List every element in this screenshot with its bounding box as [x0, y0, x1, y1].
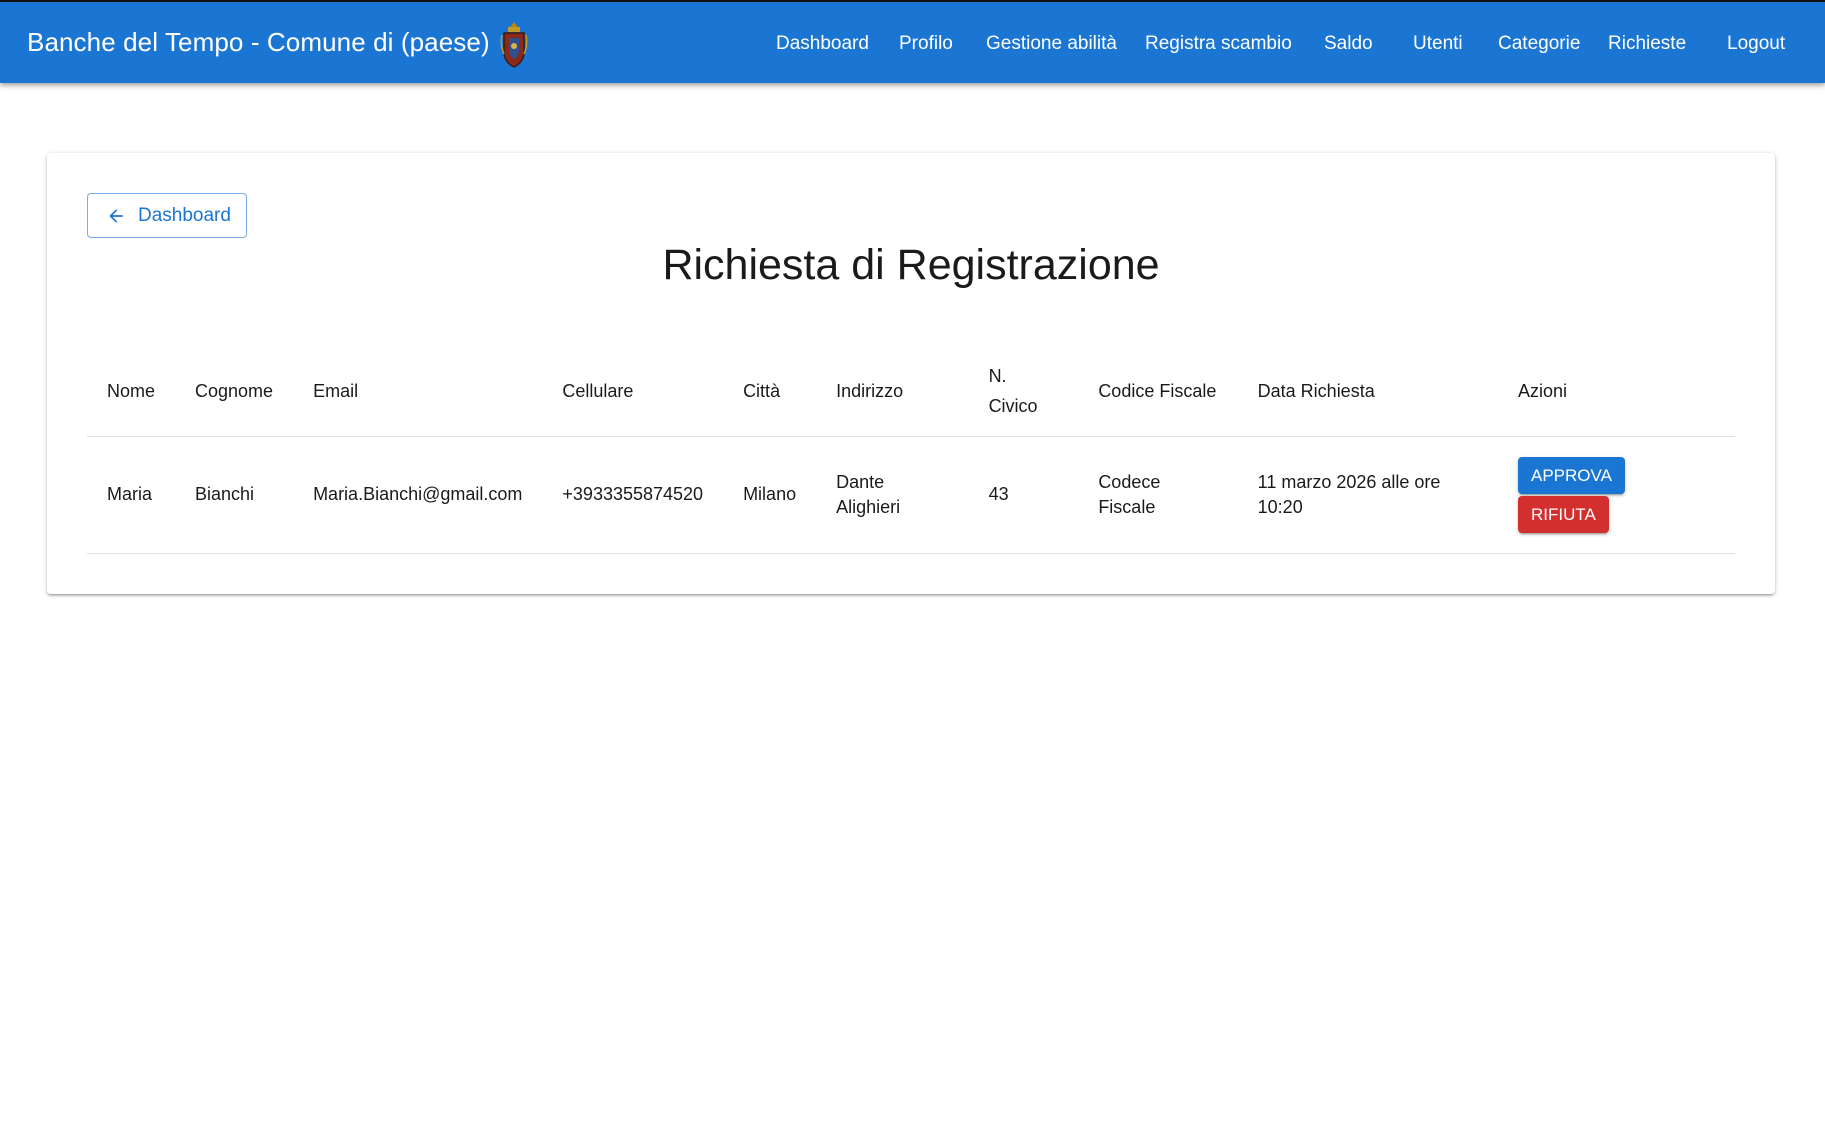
arrow-left-icon [109, 208, 123, 223]
crest-icon [500, 22, 528, 68]
page-title: Richiesta di Registrazione [662, 241, 1160, 289]
cell-citta: Milano [723, 436, 817, 554]
app-title: Banche del Tempo - Comune di (paese) [27, 27, 490, 57]
table-row: Maria Bianchi Maria.Bianchi@gmail.com +3… [87, 436, 1735, 554]
nav-dashboard[interactable]: Dashboard [776, 33, 869, 55]
nav-utenti[interactable]: Utenti [1413, 33, 1463, 55]
col-header-cognome: Cognome [175, 347, 294, 437]
col-header-indirizzo: Indirizzo [816, 347, 969, 437]
cell-azioni: Approva Rifiuta [1497, 436, 1735, 554]
approve-button[interactable]: Approva [1517, 456, 1625, 494]
nav-registra-scambio[interactable]: Registra scambio [1145, 33, 1292, 55]
cell-data-richiesta: 11 marzo 2026 alle ore 10:20 [1237, 436, 1498, 554]
col-header-data-richiesta: Data Richiesta [1237, 347, 1498, 437]
cell-nome: Maria [87, 436, 176, 554]
back-to-dashboard-button[interactable]: Dashboard [87, 193, 247, 238]
cell-codice-fiscale: Codece Fiscale [1078, 436, 1238, 554]
nav-profilo[interactable]: Profilo [899, 33, 953, 55]
cell-email: Maria.Bianchi@gmail.com [293, 436, 543, 554]
nav-richieste[interactable]: Richieste [1608, 33, 1686, 55]
nav-gestione-abilita[interactable]: Gestione abilità [986, 33, 1117, 55]
col-header-citta: Città [723, 347, 817, 437]
cell-cognome: Bianchi [175, 436, 294, 554]
col-header-nome: Nome [87, 347, 176, 437]
requests-table: Nome Cognome Email Cellulare Città Indir… [87, 347, 1735, 554]
table-header-row: Nome Cognome Email Cellulare Città Indir… [87, 347, 1735, 437]
cell-indirizzo: Dante Alighieri [816, 436, 969, 554]
row-actions: Approva Rifiuta [1517, 456, 1715, 533]
nav-logout[interactable]: Logout [1727, 33, 1785, 55]
cell-civico: 43 [968, 436, 1079, 554]
cell-cellulare: +3933355874520 [542, 436, 724, 554]
col-header-cellulare: Cellulare [542, 347, 724, 437]
app-bar: Banche del Tempo - Comune di (paese) Das… [0, 0, 1825, 83]
nav-categorie[interactable]: Categorie [1498, 33, 1580, 55]
col-header-codice-fiscale: Codice Fiscale [1078, 347, 1238, 437]
col-header-civico: N. Civico [968, 347, 1079, 437]
registration-request-card: Dashboard Richiesta di Registrazione Nom… [47, 153, 1775, 594]
nav-saldo[interactable]: Saldo [1324, 33, 1373, 55]
back-button-label: Dashboard [138, 204, 231, 226]
col-header-azioni: Azioni [1497, 347, 1735, 437]
col-header-email: Email [293, 347, 543, 437]
reject-button[interactable]: Rifiuta [1517, 495, 1609, 533]
